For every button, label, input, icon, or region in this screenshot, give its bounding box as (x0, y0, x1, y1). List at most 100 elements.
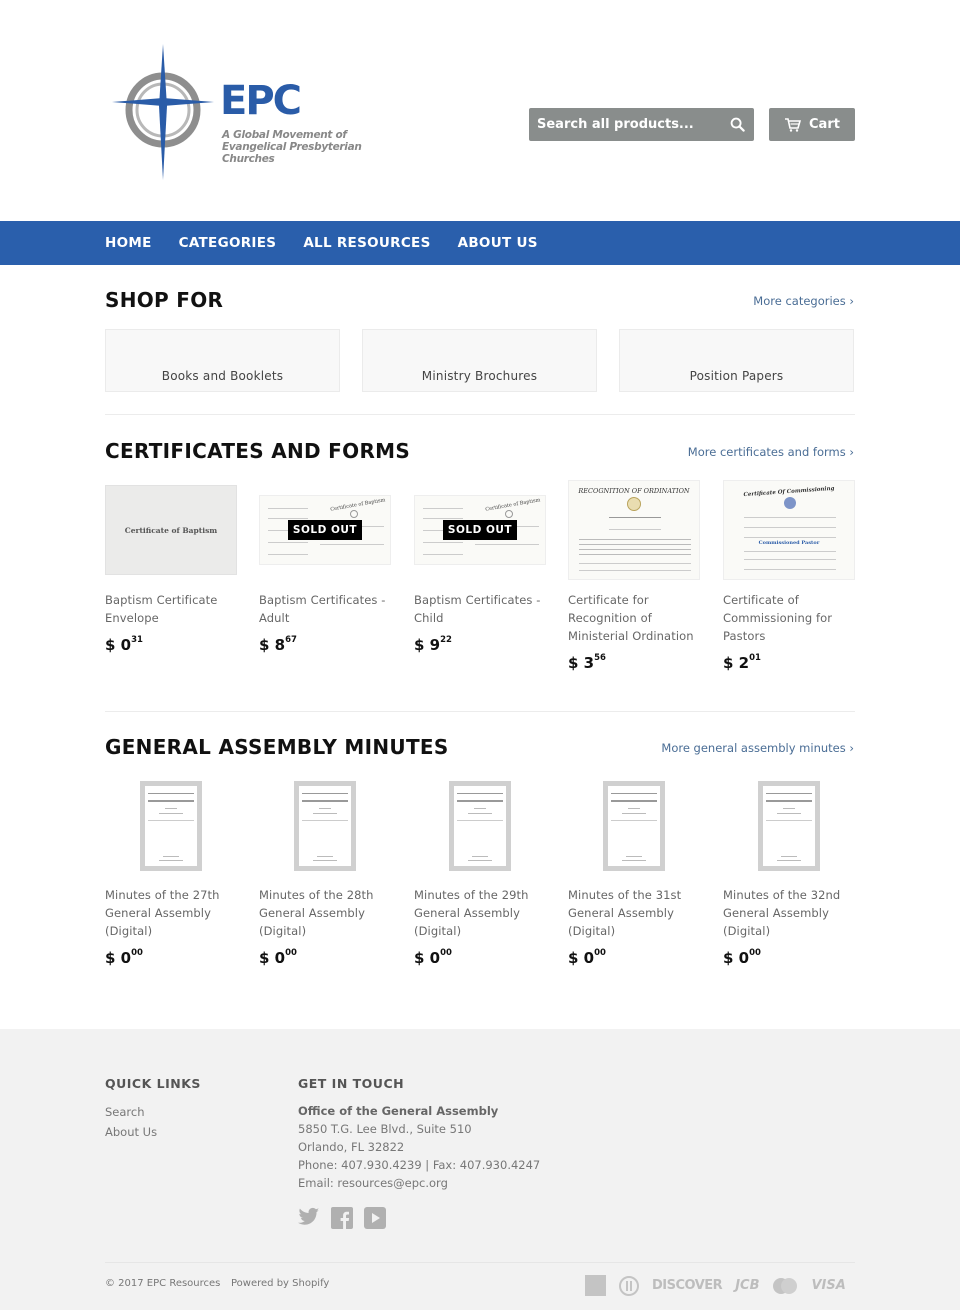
product-card[interactable]: RECOGNITION OF ORDINATION Certificate fo… (568, 480, 700, 672)
shop-for-title: SHOP FOR (105, 288, 224, 312)
nav-item-home[interactable]: HOME (105, 235, 152, 251)
logo-wordmark: EPC (220, 78, 302, 124)
main-nav: HOME CATEGORIES ALL RESOURCES ABOUT US (0, 221, 960, 265)
site-header: EPC A Global Movement of Evangelical Pres… (0, 0, 960, 221)
contact-info: Office of the General Assembly 5850 T.G.… (298, 1102, 540, 1192)
sold-out-badge: SOLD OUT (442, 520, 518, 540)
twitter-link[interactable] (298, 1207, 320, 1233)
product-card[interactable]: Certificate of Baptism SOLD OUT Baptism … (259, 485, 391, 654)
phone-fax: Phone: 407.930.4239 | Fax: 407.930.4247 (298, 1158, 541, 1172)
jcb-icon: JCB (735, 1278, 760, 1293)
product-price: $ 000 (568, 948, 606, 967)
cart-button[interactable]: Cart (769, 108, 855, 141)
youtube-link[interactable] (364, 1207, 386, 1233)
product-image (414, 781, 546, 871)
twitter-icon (298, 1207, 320, 1225)
minutes-document-thumbnail (449, 781, 511, 871)
quick-links-title: QUICK LINKS (105, 1076, 201, 1091)
more-categories-link[interactable]: More categories › (753, 294, 854, 308)
category-label: Ministry Brochures (421, 369, 538, 383)
product-name: Minutes of the 31st General Assembly (Di… (568, 888, 682, 938)
epc-cross-logo-icon (112, 44, 214, 180)
product-card[interactable]: Certificate of Baptism Baptism Certifica… (105, 485, 237, 654)
product-card[interactable]: Minutes of the 28th General Assembly (Di… (259, 781, 391, 967)
address-line-2: Orlando, FL 32822 (298, 1140, 405, 1154)
payment-icons: DISCOVER JCB VISA (585, 1275, 846, 1296)
envelope-image-text: Certificate of Baptism (124, 525, 218, 535)
product-name: Certificate of Commissioning for Pastors (723, 593, 833, 643)
get-in-touch-title: GET IN TOUCH (298, 1076, 405, 1091)
minutes-document-thumbnail (294, 781, 356, 871)
product-image (105, 781, 237, 871)
mastercard-icon (773, 1277, 798, 1294)
product-card[interactable]: Certificate Of Commissioning Commissione… (723, 480, 855, 672)
product-card[interactable]: Minutes of the 29th General Assembly (Di… (414, 781, 546, 967)
search-button[interactable] (720, 108, 754, 141)
product-price: $ 201 (723, 653, 761, 672)
email[interactable]: Email: resources@epc.org (298, 1176, 448, 1190)
footer-link-about-us[interactable]: About Us (105, 1125, 157, 1139)
search-input[interactable] (529, 108, 720, 141)
section-divider (105, 711, 855, 712)
category-position-papers[interactable]: Position Papers (619, 329, 854, 392)
product-image: Certificate of Baptism SOLD OUT (259, 485, 391, 575)
category-label: Books and Booklets (161, 369, 284, 383)
product-image (259, 781, 391, 871)
product-image: RECOGNITION OF ORDINATION (568, 480, 700, 580)
american-express-icon (585, 1275, 606, 1296)
product-price: $ 867 (259, 635, 297, 654)
sold-out-badge: SOLD OUT (287, 520, 363, 540)
address-line-1: 5850 T.G. Lee Blvd., Suite 510 (298, 1122, 472, 1136)
product-name: Minutes of the 32nd General Assembly (Di… (723, 888, 841, 938)
diners-club-icon (619, 1275, 639, 1296)
social-links (298, 1207, 386, 1233)
facebook-link[interactable] (331, 1207, 353, 1233)
category-ministry-brochures[interactable]: Ministry Brochures (362, 329, 597, 392)
product-name: Minutes of the 29th General Assembly (Di… (414, 888, 529, 938)
product-name: Minutes of the 28th General Assembly (Di… (259, 888, 374, 938)
product-card[interactable]: Minutes of the 27th General Assembly (Di… (105, 781, 237, 967)
product-image: Certificate of Baptism (105, 485, 237, 575)
product-name: Baptism Certificates - Child (414, 593, 541, 625)
product-image: Certificate Of Commissioning Commissione… (723, 480, 855, 580)
site-logo[interactable]: EPC A Global Movement of Evangelical Pres… (110, 42, 400, 182)
product-name: Baptism Certificates - Adult (259, 593, 386, 625)
category-books-and-booklets[interactable]: Books and Booklets (105, 329, 340, 392)
minutes-document-thumbnail (140, 781, 202, 871)
minutes-document-thumbnail (603, 781, 665, 871)
facebook-icon (331, 1207, 353, 1229)
powered-by-shopify-link[interactable]: Powered by Shopify (231, 1278, 329, 1289)
search-icon (730, 117, 745, 132)
nav-item-all-resources[interactable]: ALL RESOURCES (303, 235, 430, 251)
footer-link-search[interactable]: Search (105, 1105, 145, 1119)
product-price: $ 000 (259, 948, 297, 967)
product-card[interactable]: Minutes of the 32nd General Assembly (Di… (723, 781, 855, 967)
product-card[interactable]: Certificate of Baptism SOLD OUT Baptism … (414, 485, 546, 654)
cart-icon (785, 117, 802, 132)
cart-label: Cart (809, 117, 840, 132)
category-label: Position Papers (689, 369, 784, 383)
product-price: $ 031 (105, 635, 143, 654)
minutes-title: GENERAL ASSEMBLY MINUTES (105, 735, 449, 759)
product-price: $ 000 (105, 948, 143, 967)
product-name: Minutes of the 27th General Assembly (Di… (105, 888, 220, 938)
certificate-image-text: RECOGNITION OF ORDINATION (578, 487, 690, 495)
product-image: Certificate of Baptism SOLD OUT (414, 485, 546, 575)
nav-item-categories[interactable]: CATEGORIES (179, 235, 277, 251)
product-card[interactable]: Minutes of the 31st General Assembly (Di… (568, 781, 700, 967)
product-image (568, 781, 700, 871)
product-image (723, 781, 855, 871)
footer-divider (105, 1262, 855, 1263)
nav-item-about-us[interactable]: ABOUT US (458, 235, 538, 251)
copyright: © 2017 EPC Resources (105, 1278, 221, 1289)
discover-icon: DISCOVER (652, 1278, 723, 1293)
minutes-document-thumbnail (758, 781, 820, 871)
product-price: $ 356 (568, 653, 606, 672)
more-certificates-link[interactable]: More certificates and forms › (688, 445, 854, 459)
youtube-icon (364, 1207, 386, 1229)
office-name: Office of the General Assembly (298, 1104, 499, 1118)
product-price: $ 000 (723, 948, 761, 967)
more-minutes-link[interactable]: More general assembly minutes › (661, 741, 854, 755)
product-name: Certificate for Recognition of Ministeri… (568, 593, 694, 643)
logo-tagline: A Global Movement of Evangelical Presbyte… (222, 129, 362, 165)
